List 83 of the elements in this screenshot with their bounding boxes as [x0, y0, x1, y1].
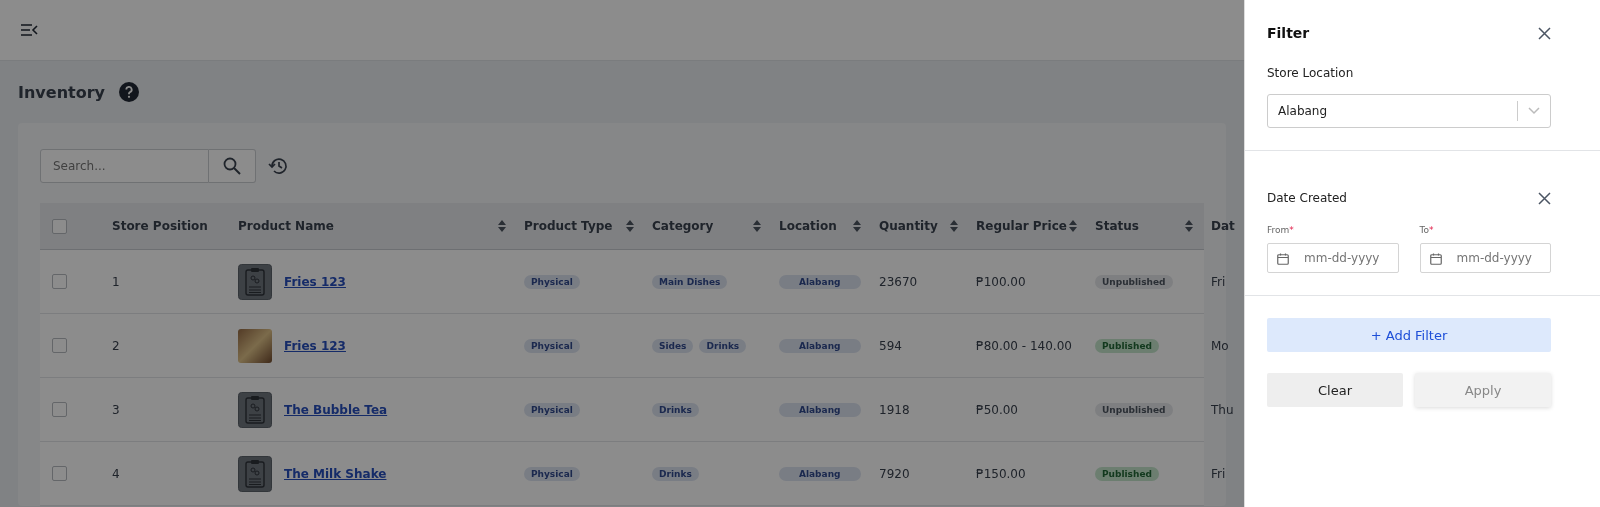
column-header: Store Position	[112, 219, 208, 233]
table-cell: 23670	[879, 274, 918, 289]
panel-button[interactable]: Clear	[1267, 373, 1403, 407]
store-location-select[interactable]: Alabang	[1267, 94, 1551, 128]
table-cell: 4	[112, 466, 120, 481]
product-type-tag: Physical	[524, 338, 580, 353]
table-cell: 1918	[879, 402, 910, 417]
product-type-tag: Physical	[524, 274, 580, 289]
status-tag: Published	[1095, 466, 1159, 481]
table-cell: Fri	[1211, 274, 1226, 289]
category-tag: Drinks	[699, 338, 747, 353]
clipboard-icon	[238, 455, 272, 492]
category-tag: Drinks	[652, 402, 699, 417]
category-tag: Main Dishes	[652, 274, 728, 289]
table-cell: ₱50.00	[976, 402, 1018, 417]
category-tag: Drinks	[652, 466, 699, 481]
column-header: Dat	[1211, 219, 1235, 233]
row-checkbox[interactable]	[52, 402, 67, 417]
menu-collapse-icon[interactable]	[20, 23, 38, 37]
clipboard-icon	[238, 391, 272, 428]
search-icon	[223, 157, 241, 175]
select-all-checkbox[interactable]	[52, 218, 67, 234]
column-header: Status	[1095, 219, 1139, 233]
sort-icon[interactable]	[1185, 220, 1193, 232]
close-icon[interactable]	[1538, 26, 1551, 40]
chevron-down-icon	[1528, 107, 1540, 115]
column-header: Product Type	[524, 219, 613, 233]
column-header: Quantity	[879, 219, 938, 233]
status-tag: Published	[1095, 338, 1159, 353]
product-type-tag: Physical	[524, 402, 580, 417]
add-filter-button[interactable]: + Add Filter	[1267, 318, 1551, 352]
search-field[interactable]: Search...	[40, 149, 209, 183]
table-cell: Mo	[1211, 338, 1229, 353]
section-title: Date Created	[1267, 191, 1347, 205]
location-tag: Alabang	[779, 466, 861, 481]
date-input[interactable]: mm-dd-yyyy	[1419, 243, 1551, 273]
status-tag: Unpublished	[1095, 274, 1173, 289]
row-checkbox[interactable]	[52, 274, 67, 289]
row-checkbox[interactable]	[52, 338, 67, 353]
date-input[interactable]: mm-dd-yyyy	[1267, 243, 1399, 273]
product-link[interactable]: The Milk Shake	[284, 466, 387, 481]
table-cell: 7920	[879, 466, 910, 481]
sort-icon[interactable]	[1069, 220, 1077, 232]
photo-placeholder	[238, 328, 272, 363]
field-label: Store Location	[1267, 66, 1355, 80]
table-cell: 594	[879, 338, 902, 353]
column-header: Regular Price	[976, 219, 1067, 233]
table-cell: 1	[112, 274, 120, 289]
location-tag: Alabang	[779, 402, 861, 417]
sort-icon[interactable]	[753, 220, 761, 232]
search-button[interactable]	[209, 149, 256, 183]
panel-button[interactable]: Apply	[1415, 373, 1551, 407]
category-tag: Sides	[652, 338, 694, 353]
column-header: Location	[779, 219, 837, 233]
column-header: Category	[652, 219, 714, 233]
table-cell: ₱150.00	[976, 466, 1026, 481]
status-tag: Unpublished	[1095, 402, 1173, 417]
table-cell: ₱80.00 - 140.00	[976, 338, 1072, 353]
table-cell: Thu	[1211, 402, 1234, 417]
product-link[interactable]: Fries 123	[284, 274, 346, 289]
table-cell: ₱100.00	[976, 274, 1026, 289]
page-title: Inventory	[18, 82, 105, 102]
sort-icon[interactable]	[950, 220, 958, 232]
table-cell: 3	[112, 402, 120, 417]
help-icon[interactable]	[119, 82, 139, 102]
sort-icon[interactable]	[626, 220, 634, 232]
product-link[interactable]: Fries 123	[284, 338, 346, 353]
table-cell: Fri	[1211, 466, 1226, 481]
product-type-tag: Physical	[524, 466, 580, 481]
sort-icon[interactable]	[853, 220, 861, 232]
row-checkbox[interactable]	[52, 466, 67, 481]
date-label: To*	[1419, 225, 1435, 235]
product-link[interactable]: The Bubble Tea	[284, 402, 388, 417]
location-tag: Alabang	[779, 274, 861, 289]
clipboard-icon	[238, 263, 272, 300]
location-tag: Alabang	[779, 338, 861, 353]
column-header: Product Name	[238, 219, 334, 233]
panel-title: Filter	[1267, 25, 1310, 41]
date-label: From*	[1267, 225, 1295, 235]
close-icon[interactable]	[1538, 191, 1551, 205]
table-cell: 2	[112, 338, 120, 353]
sort-icon[interactable]	[498, 220, 506, 232]
history-icon[interactable]	[268, 156, 288, 176]
